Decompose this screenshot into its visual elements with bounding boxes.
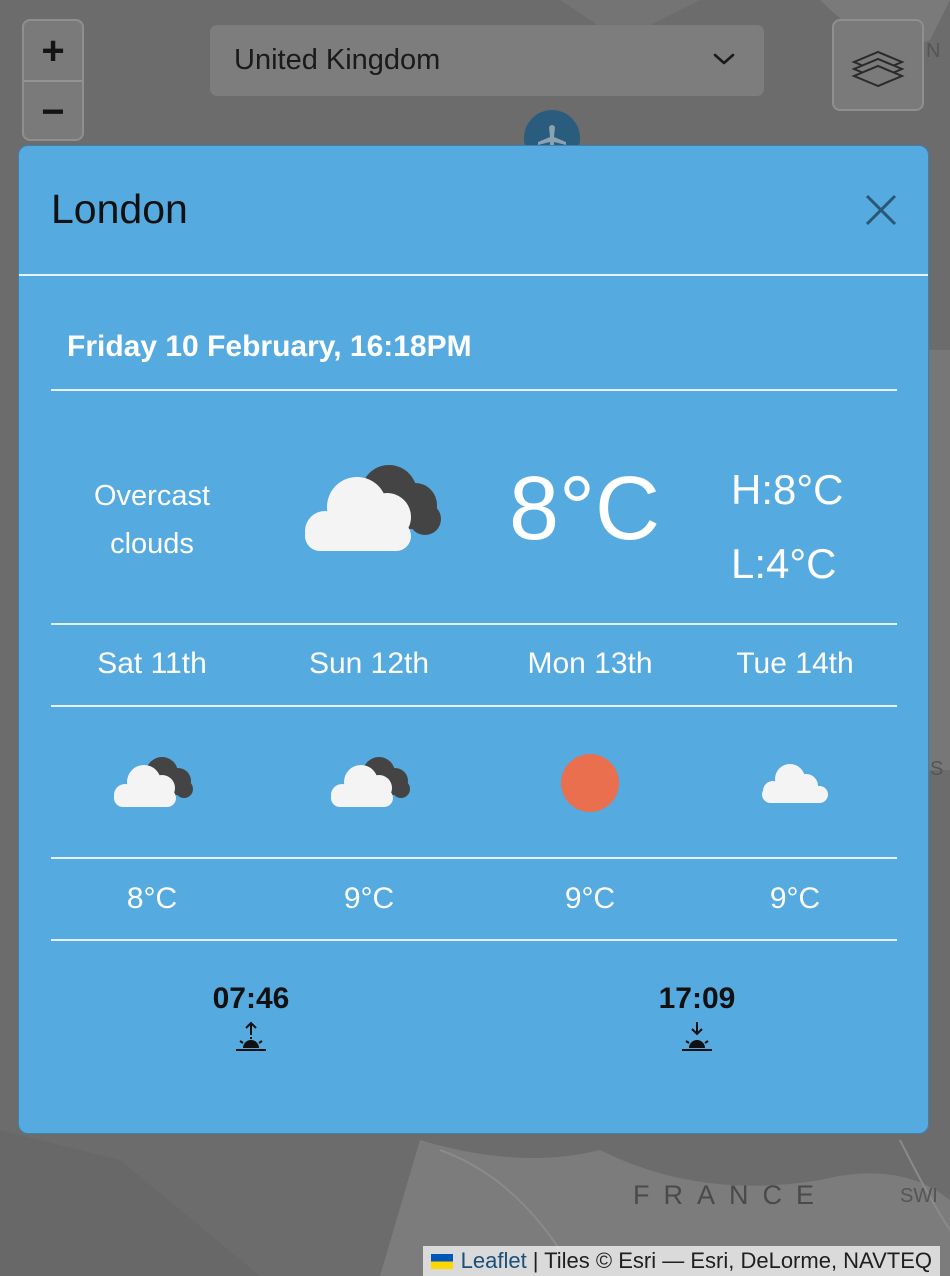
sunrise-time: 07:46 bbox=[212, 982, 290, 1015]
divider bbox=[51, 705, 897, 707]
current-condition: Overcast clouds bbox=[69, 472, 235, 568]
attribution-text: | Tiles © Esri — Esri, DeLorme, NAVTEQ bbox=[532, 1248, 932, 1273]
high-temperature: H:8°C bbox=[731, 466, 844, 513]
forecast-icon-cell bbox=[690, 751, 900, 815]
divider bbox=[51, 939, 897, 941]
forecast-temperature: 9°C bbox=[343, 882, 395, 915]
sunset-block: 17:09 bbox=[607, 982, 787, 1054]
country-select[interactable]: United Kingdom bbox=[210, 25, 764, 96]
low-temperature: L:4°C bbox=[731, 540, 837, 587]
weather-modal: London Friday 10 February, 16:18PM Overc… bbox=[18, 145, 929, 1134]
current-datetime: Friday 10 February, 16:18PM bbox=[67, 330, 472, 363]
close-icon[interactable] bbox=[863, 192, 899, 228]
sun-icon bbox=[561, 754, 619, 812]
leaflet-link[interactable]: Leaflet bbox=[461, 1248, 527, 1274]
zoom-in-button[interactable]: + bbox=[24, 21, 82, 82]
current-condition-line2: clouds bbox=[110, 528, 194, 560]
divider bbox=[51, 623, 897, 625]
forecast-day-name: Sat 11th bbox=[97, 647, 207, 680]
forecast-day-name: Sun 12th bbox=[308, 647, 430, 680]
map-label-edge-s: S bbox=[930, 758, 944, 780]
forecast-icon-cell bbox=[47, 751, 257, 815]
forecast-icon-cell bbox=[485, 751, 695, 815]
broken-clouds-icon bbox=[114, 757, 193, 807]
country-select-value: United Kingdom bbox=[234, 44, 441, 76]
map-attribution: Leaflet | Tiles © Esri — Esri, DeLorme, … bbox=[422, 1246, 940, 1276]
map-label-edge-swi: SWI bbox=[900, 1185, 938, 1207]
sunrise-block: 07:46 bbox=[161, 982, 341, 1054]
map-label-edge-n: N bbox=[926, 40, 941, 62]
forecast-day-name: Mon 13th bbox=[527, 647, 653, 680]
divider bbox=[51, 389, 897, 391]
modal-title: London bbox=[51, 186, 188, 232]
forecast-icon-cell bbox=[264, 751, 474, 815]
current-condition-line1: Overcast bbox=[93, 480, 211, 512]
modal-header: London bbox=[19, 146, 928, 276]
zoom-control: + − bbox=[22, 19, 84, 141]
current-temperature: 8°C bbox=[509, 459, 661, 559]
forecast-temperature: 9°C bbox=[769, 882, 821, 915]
sunrise-icon bbox=[236, 1021, 266, 1051]
forecast-day-name: Tue 14th bbox=[736, 647, 854, 680]
forecast-temperature: 8°C bbox=[126, 882, 178, 915]
forecast-temperature: 9°C bbox=[564, 882, 616, 915]
layers-icon bbox=[851, 50, 905, 88]
high-low-temperature: H:8°C L:4°C bbox=[731, 453, 844, 601]
ukraine-flag-icon bbox=[430, 1253, 453, 1269]
divider bbox=[51, 857, 897, 859]
cloud-icon bbox=[762, 764, 828, 803]
map-label-france: FRANCE bbox=[633, 1180, 829, 1210]
broken-clouds-icon bbox=[305, 465, 441, 551]
broken-clouds-icon bbox=[331, 757, 410, 807]
layers-button[interactable] bbox=[832, 19, 924, 111]
sunset-time: 17:09 bbox=[658, 982, 736, 1015]
chevron-down-icon bbox=[713, 53, 735, 65]
zoom-out-button[interactable]: − bbox=[24, 82, 82, 139]
sunset-icon bbox=[682, 1022, 712, 1051]
